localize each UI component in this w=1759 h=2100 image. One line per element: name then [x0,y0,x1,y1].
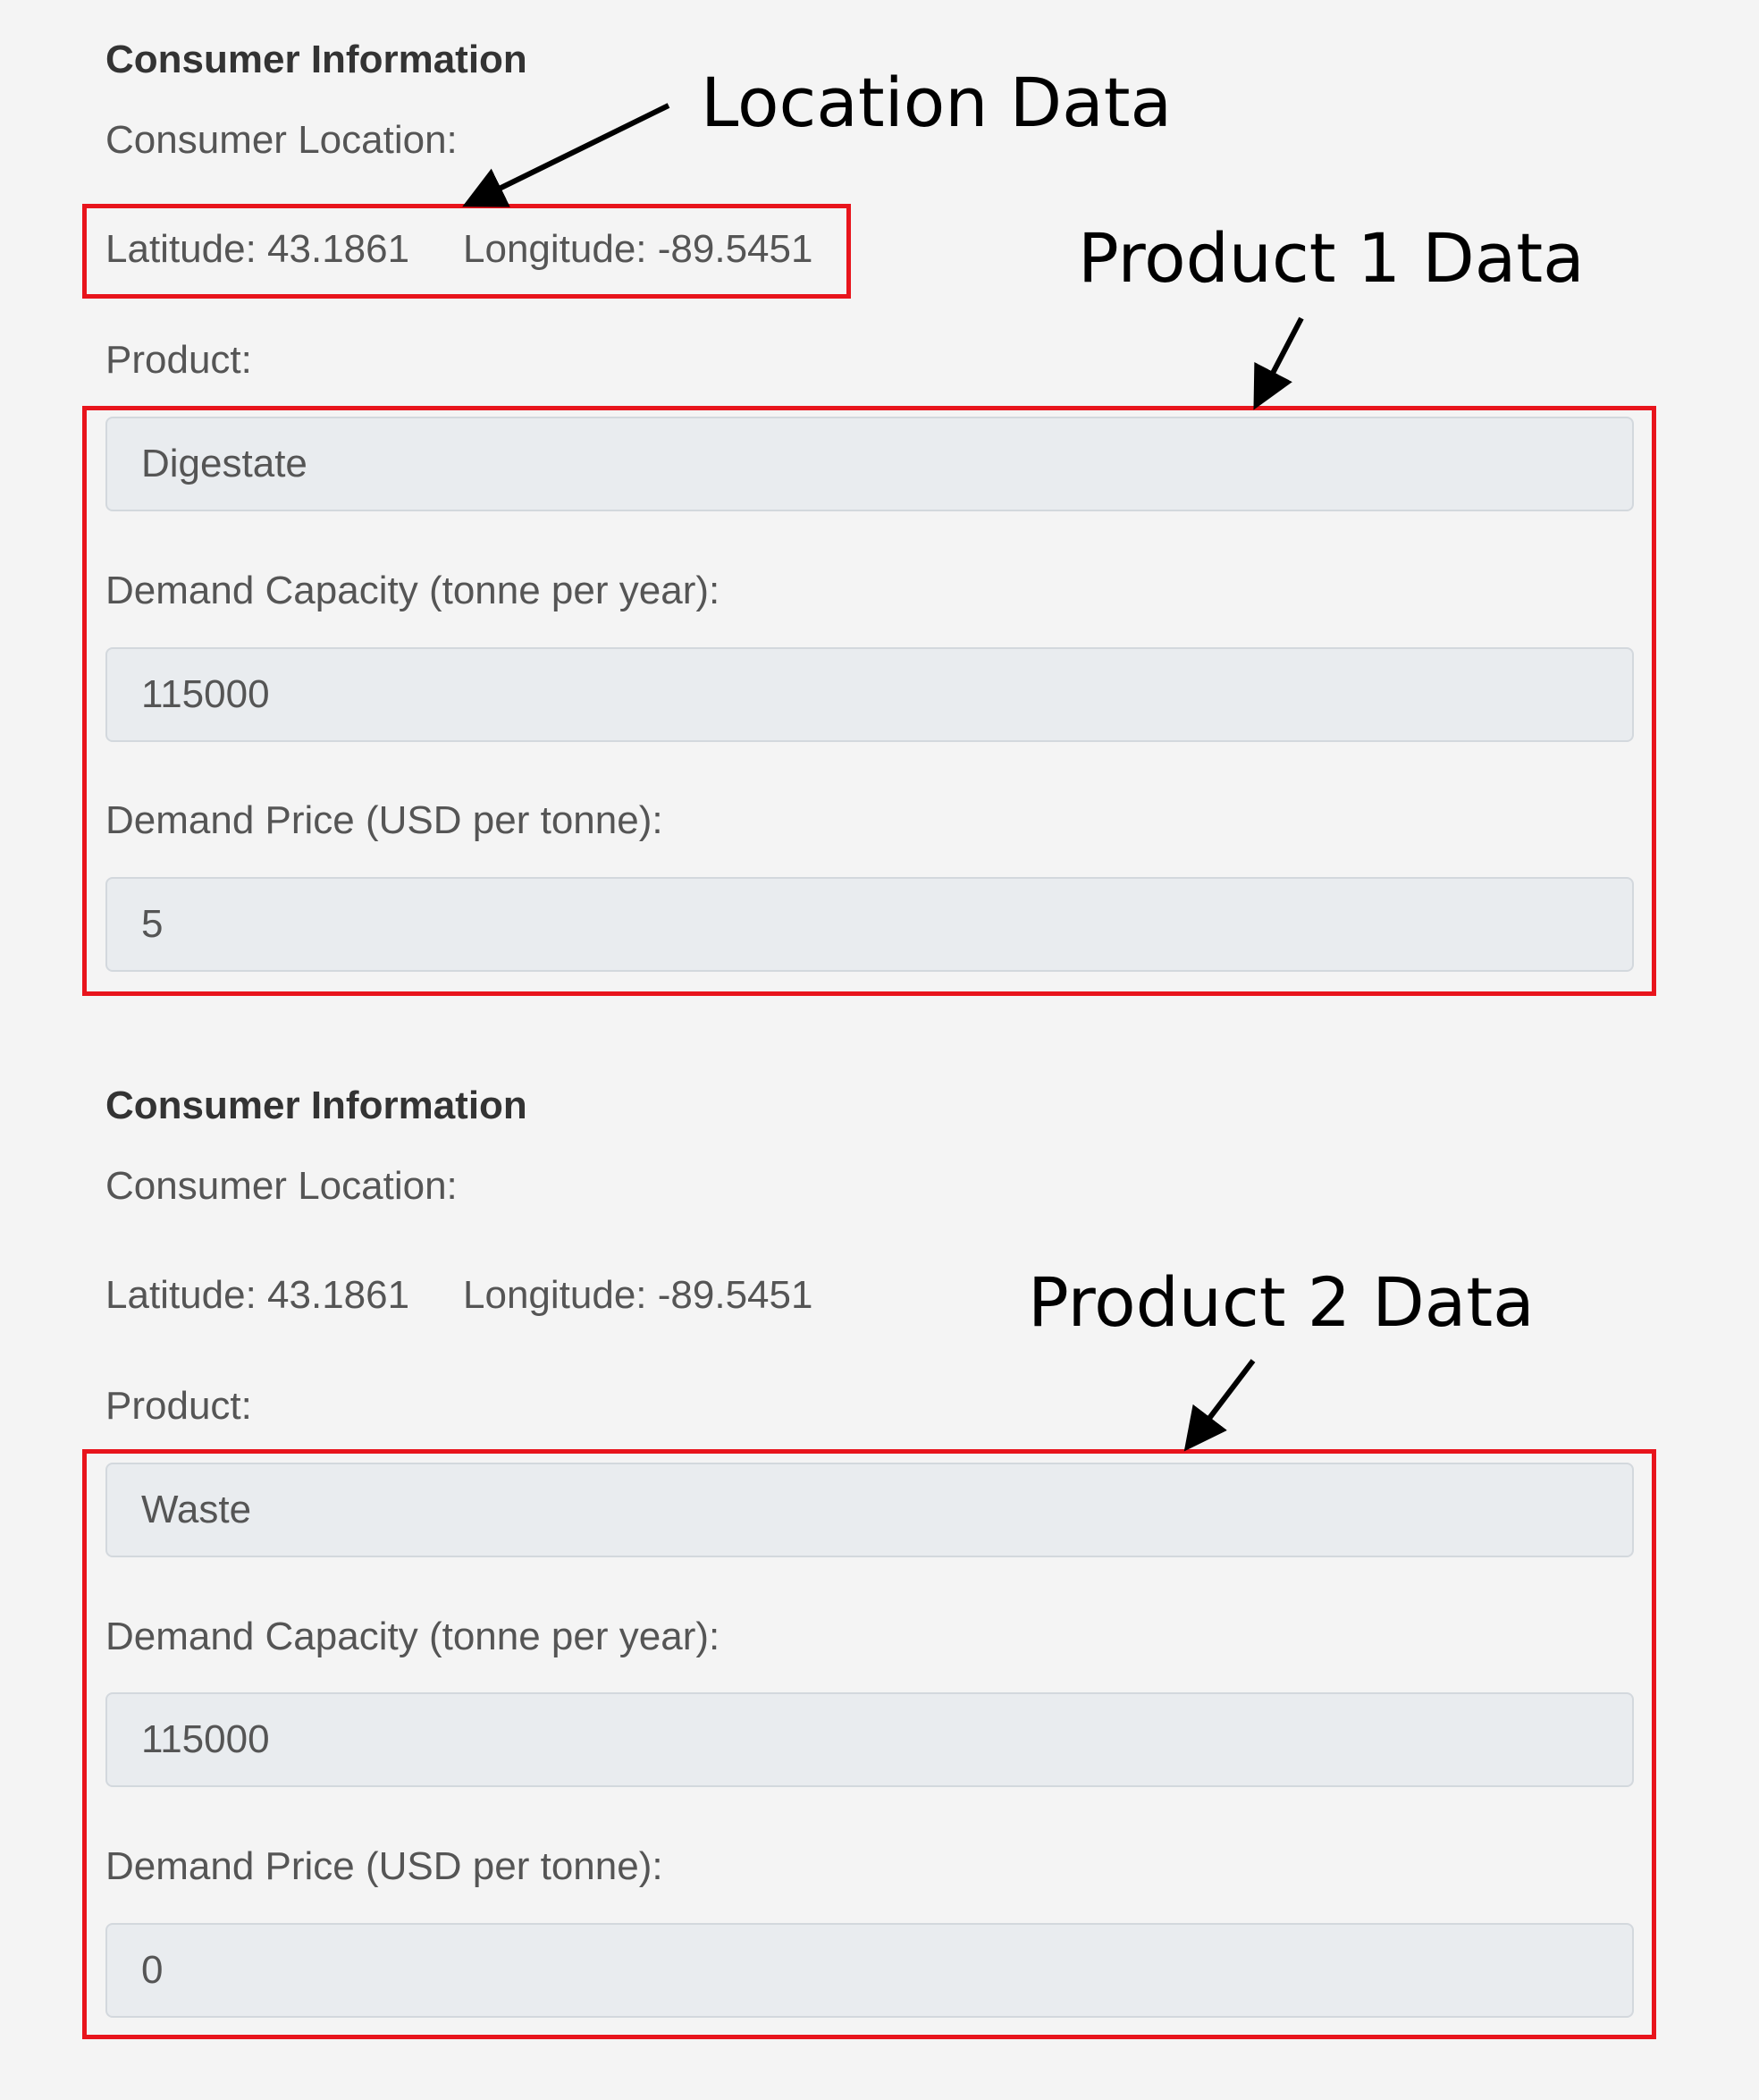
annotation-arrows [462,103,1304,1452]
product-2-arrow [1183,1359,1256,1452]
location-arrow [462,103,670,207]
product-1-arrow [1253,316,1304,410]
